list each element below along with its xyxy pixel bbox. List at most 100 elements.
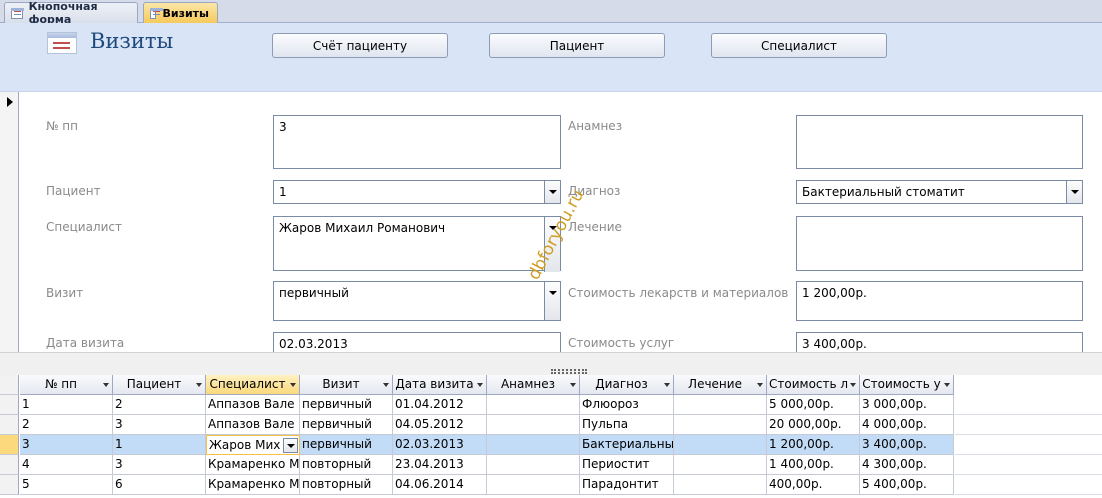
cell-visit-date[interactable]: 23.04.2013 [393,455,487,475]
column-header-treatment[interactable]: Лечение [674,375,767,395]
dropdown-arrow-icon[interactable] [544,282,560,320]
cell-diagnosis[interactable]: Бактериальны [580,435,674,455]
cell-materials-cost[interactable]: 1 400,00р. [767,455,860,475]
anamnesis-field[interactable] [796,115,1083,169]
cell-diagnosis[interactable]: Флюороз [580,395,674,415]
cell-anamnesis[interactable] [487,435,580,455]
cell-num[interactable]: 1 [20,395,113,415]
specialist-button[interactable]: Специалист [711,33,887,58]
column-header-diagnosis[interactable]: Диагноз [580,375,674,395]
cell-services-cost[interactable]: 4 300,00р. [860,455,954,475]
cell-visit[interactable]: повторный [300,475,393,495]
row-selector[interactable] [0,435,19,455]
cell-anamnesis[interactable] [487,395,580,415]
filter-dropdown-icon[interactable] [664,383,670,387]
record-selector[interactable] [0,92,19,352]
cell-specialist[interactable]: Жаров Мих [206,435,300,455]
row-selector[interactable] [0,415,19,435]
column-header-patient[interactable]: Пациент [113,375,206,395]
column-header-specialist[interactable]: Специалист [206,375,300,395]
table-row[interactable]: 3 1 Жаров Мих первичный 02.03.2013 Бактериаль… [0,435,1102,455]
filter-dropdown-icon[interactable] [570,383,576,387]
cell-visit[interactable]: повторный [300,455,393,475]
filter-dropdown-icon[interactable] [103,383,109,387]
visit-date-field[interactable]: 02.03.2013 [273,332,561,352]
cell-visit-date[interactable]: 04.05.2012 [393,415,487,435]
cell-num[interactable]: 4 [20,455,113,475]
filter-dropdown-icon[interactable] [944,383,950,387]
cell-visit-date[interactable]: 01.04.2012 [393,395,487,415]
cell-treatment[interactable] [674,435,767,455]
cell-materials-cost[interactable]: 1 200,00р. [767,435,860,455]
patient-button[interactable]: Пациент [489,33,665,58]
cell-specialist[interactable]: Крамаренко М [206,455,300,475]
filter-dropdown-icon[interactable] [850,383,856,387]
cell-treatment[interactable] [674,415,767,435]
column-header-services-cost[interactable]: Стоимость у [860,375,954,395]
filter-dropdown-icon[interactable] [477,383,483,387]
dropdown-arrow-icon[interactable] [1066,181,1082,203]
cell-visit[interactable]: первичный [300,435,393,455]
splitter-grip-icon[interactable] [551,369,587,374]
cell-services-cost[interactable]: 5 400,00р. [860,475,954,495]
cell-visit-date[interactable]: 02.03.2013 [393,435,487,455]
row-selector[interactable] [0,455,19,475]
cell-materials-cost[interactable]: 5 000,00р. [767,395,860,415]
cell-diagnosis[interactable]: Парадонтит [580,475,674,495]
cell-num[interactable]: 2 [20,415,113,435]
cell-patient[interactable]: 3 [113,415,206,435]
cell-anamnesis[interactable] [487,415,580,435]
specialist-combo[interactable]: Жаров Михаил Романович [273,216,561,272]
split-form-splitter[interactable] [0,352,1102,375]
cell-anamnesis[interactable] [487,475,580,495]
row-selector[interactable] [0,395,19,415]
row-selector[interactable] [0,475,19,495]
cell-num[interactable]: 5 [20,475,113,495]
materials-cost-field[interactable]: 1 200,00р. [796,281,1083,321]
table-row[interactable]: 1 2 Аппазов Вале первичный 01.04.2012 Флюороз… [0,395,1102,415]
tab-visits[interactable]: Визиты [143,2,218,23]
filter-dropdown-icon[interactable] [290,383,296,387]
cell-services-cost[interactable]: 3 400,00р. [860,435,954,455]
cell-treatment[interactable] [674,455,767,475]
column-header-visit[interactable]: Визит [300,375,393,395]
tab-switchboard[interactable]: Кнопочная форма [4,0,138,26]
treatment-field[interactable] [796,216,1083,271]
column-header-materials-cost[interactable]: Стоимость л [767,375,860,395]
select-all-corner[interactable] [0,375,19,395]
cell-patient[interactable]: 1 [113,435,206,455]
column-header-num[interactable]: № пп [20,375,113,395]
filter-dropdown-icon[interactable] [196,383,202,387]
cell-visit[interactable]: первичный [300,395,393,415]
cell-materials-cost[interactable]: 20 000,00р. [767,415,860,435]
cell-services-cost[interactable]: 3 000,00р. [860,395,954,415]
cell-diagnosis[interactable]: Пульпа [580,415,674,435]
dropdown-arrow-icon[interactable] [283,438,298,453]
filter-dropdown-icon[interactable] [383,383,389,387]
table-row[interactable]: 5 6 Крамаренко Мповторный 04.06.2014 Парадон… [0,475,1102,495]
cell-anamnesis[interactable] [487,455,580,475]
cell-materials-cost[interactable]: 400,00р. [767,475,860,495]
cell-patient[interactable]: 6 [113,475,206,495]
cell-specialist[interactable]: Аппазов Вале [206,395,300,415]
cell-visit-date[interactable]: 04.06.2014 [393,475,487,495]
cell-patient[interactable]: 2 [113,395,206,415]
cell-visit[interactable]: первичный [300,415,393,435]
invoice-patient-button[interactable]: Счёт пациенту [272,33,448,58]
cell-num[interactable]: 3 [20,435,113,455]
visit-combo[interactable]: первичный [273,281,561,321]
cell-specialist[interactable]: Аппазов Вале [206,415,300,435]
cell-services-cost[interactable]: 4 000,00р. [860,415,954,435]
dropdown-arrow-icon[interactable] [544,181,560,203]
table-row[interactable]: 2 3 Аппазов Вале первичный 04.05.2012 Пульпа 2… [0,415,1102,435]
cell-specialist[interactable]: Крамаренко М [206,475,300,495]
column-header-visit-date[interactable]: Дата визита [393,375,487,395]
patient-combo[interactable]: 1 [273,180,561,204]
services-cost-field[interactable]: 3 400,00р. [796,332,1083,352]
filter-dropdown-icon[interactable] [757,383,763,387]
cell-treatment[interactable] [674,395,767,415]
cell-diagnosis[interactable]: Периостит [580,455,674,475]
num-field[interactable]: 3 [273,115,561,169]
diagnosis-combo[interactable]: Бактериальный стоматит [796,180,1083,204]
column-header-anamnesis[interactable]: Анамнез [487,375,580,395]
